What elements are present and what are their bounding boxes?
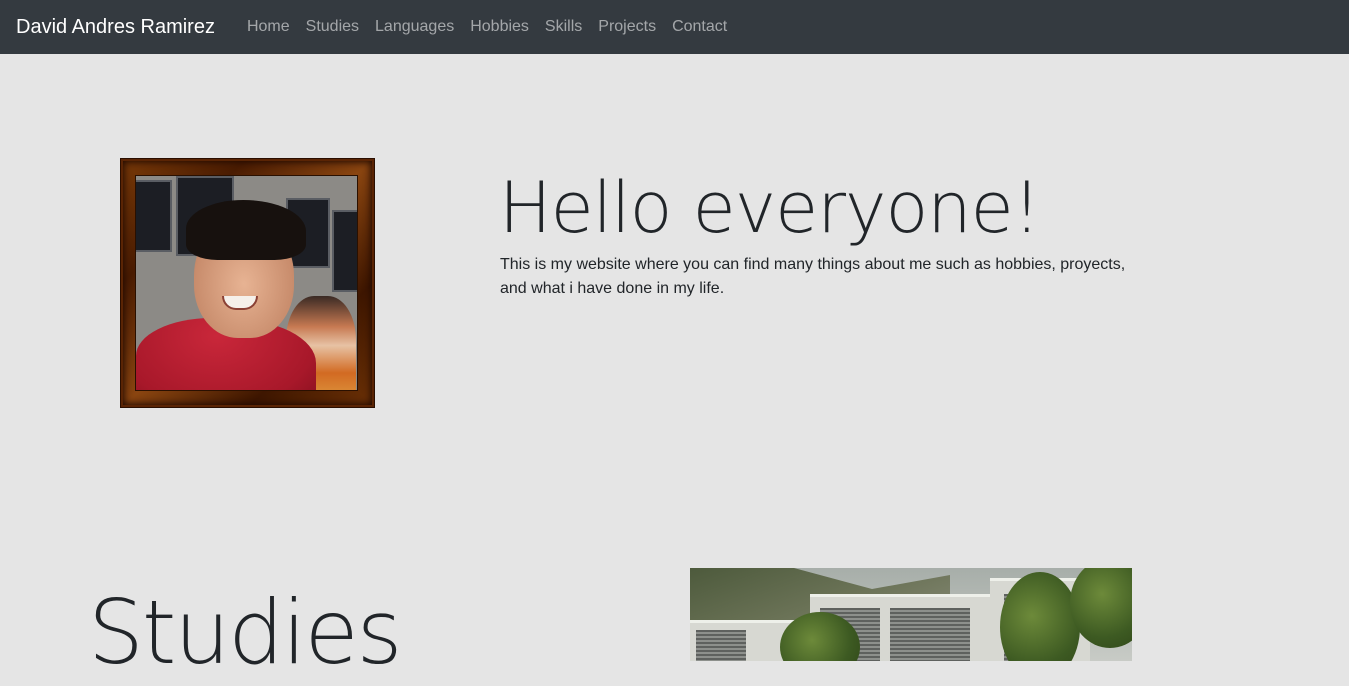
building-vent [890,608,970,661]
nav-link-studies[interactable]: Studies [298,19,367,35]
hero-description: This is my website where you can find ma… [500,256,1126,297]
nav-link-skills[interactable]: Skills [537,19,590,35]
hair [186,200,306,260]
profile-photo [135,175,358,391]
menu-board-screen [136,180,172,252]
campus-photo [690,568,1132,661]
profile-photo-frame [120,158,375,408]
nav-link-contact[interactable]: Contact [664,19,735,35]
nav-link-projects[interactable]: Projects [590,19,664,35]
building-vent [696,630,746,661]
nav-link-languages[interactable]: Languages [367,19,462,35]
studies-title: Studies [88,581,402,684]
brand-link[interactable]: David Andres Ramirez [16,17,215,37]
nav-link-home[interactable]: Home [239,19,298,35]
nav-links: Home Studies Languages Hobbies Skills Pr… [239,19,735,35]
nav-link-hobbies[interactable]: Hobbies [462,19,537,35]
hero-title: Hello everyone! [499,167,1041,249]
top-navbar: David Andres Ramirez Home Studies Langua… [0,0,1349,54]
menu-board-screen [332,210,357,292]
